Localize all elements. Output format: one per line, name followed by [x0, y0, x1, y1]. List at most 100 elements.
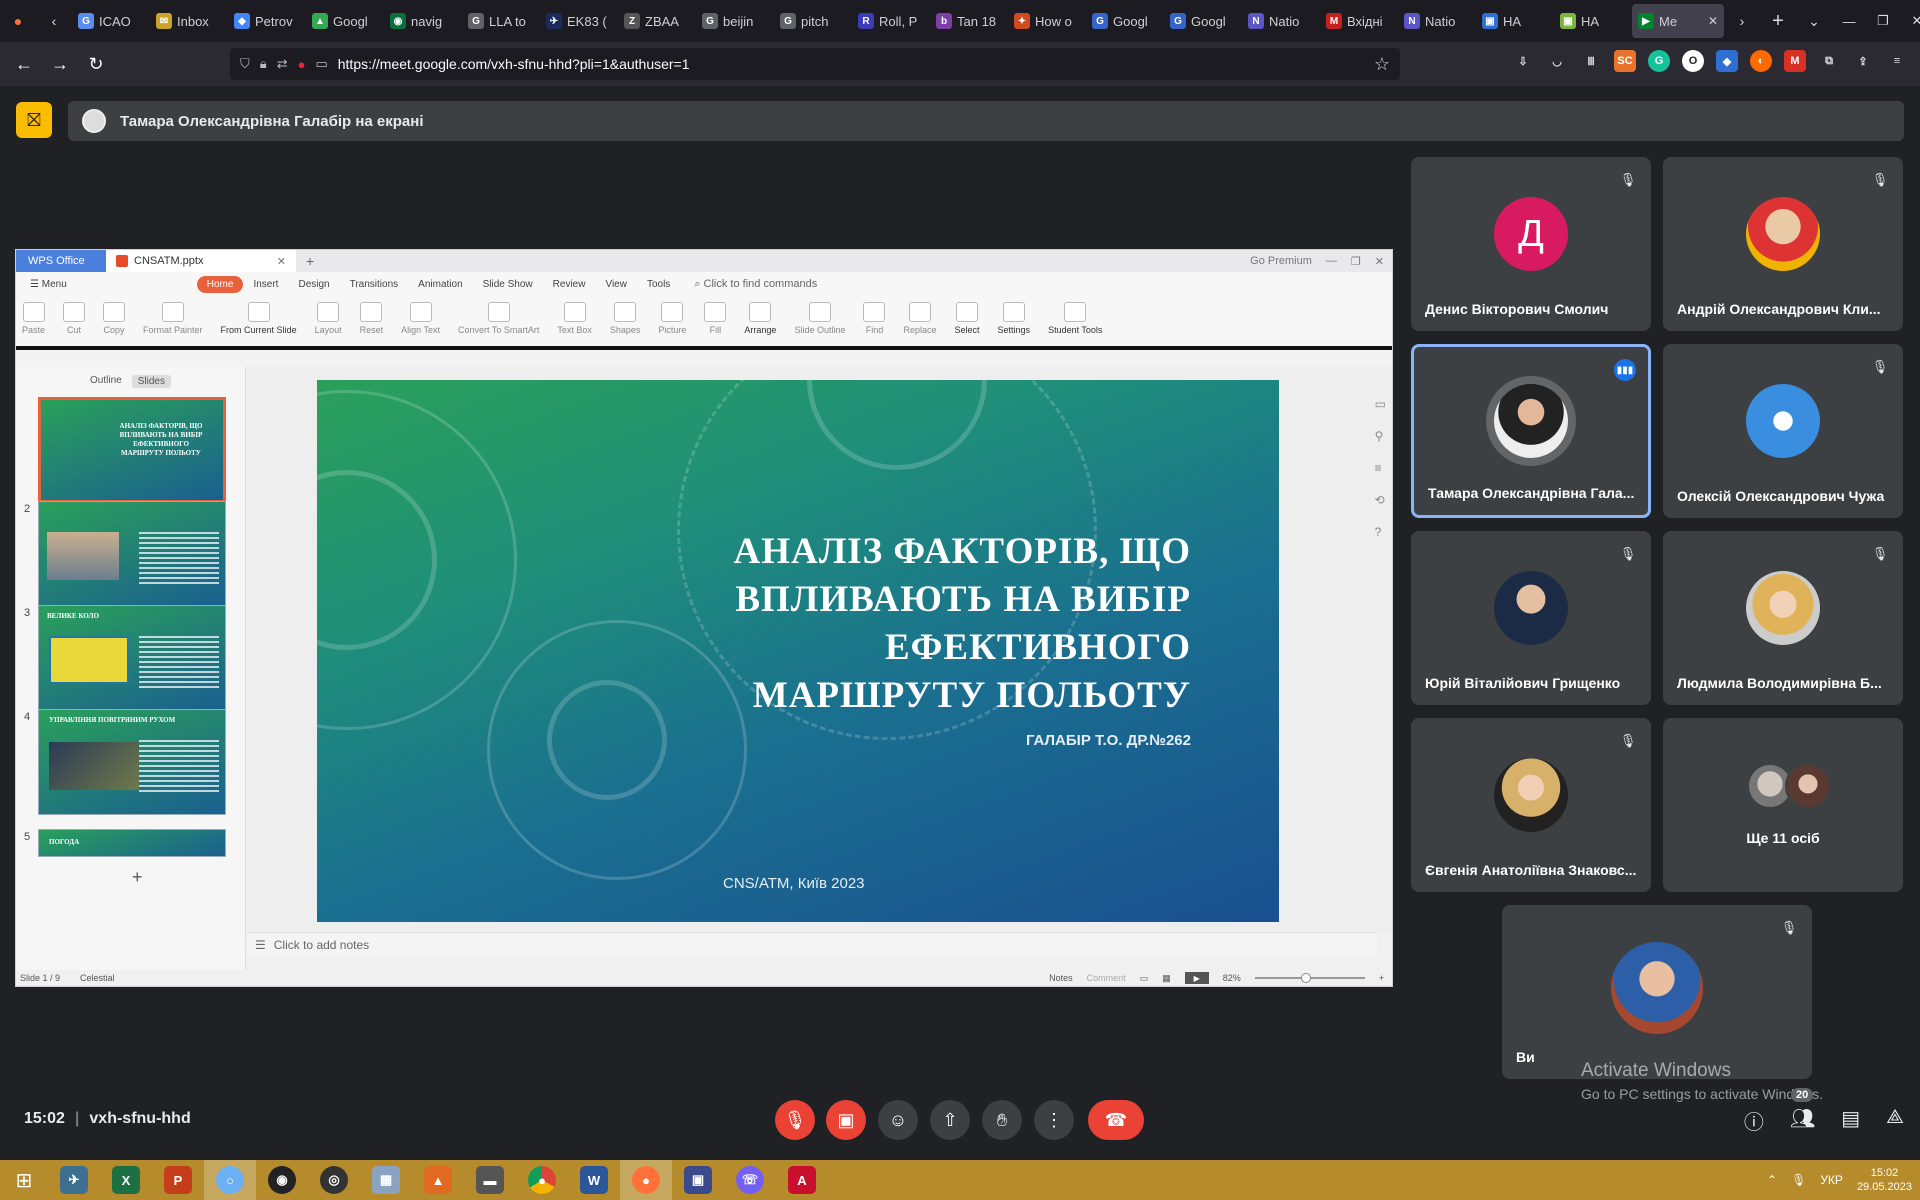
present-screen-button[interactable]: ⇧: [930, 1100, 970, 1140]
tab-outline[interactable]: Outline: [90, 375, 122, 388]
page-info-icon[interactable]: ▭: [315, 56, 327, 72]
participant-tile[interactable]: 🎙︎ Євгенія Анатоліївна Знаковс...: [1411, 718, 1651, 892]
address-bar[interactable]: ⛉ 🔒︎ ⇄ ● ▭ https://meet.google.com/vxh-s…: [230, 48, 1400, 80]
wps-minimize-icon[interactable]: —: [1326, 255, 1337, 267]
camera-toggle-button[interactable]: ▣: [826, 1100, 866, 1140]
microphone-icon[interactable]: ●: [298, 57, 306, 72]
wps-menu-insert[interactable]: Insert: [243, 279, 288, 290]
browser-tab[interactable]: G Googl: [1164, 0, 1242, 42]
downloads-icon[interactable]: ⇩: [1512, 50, 1534, 72]
browser-tab[interactable]: Gbeijin: [696, 0, 774, 42]
people-icon[interactable]: 👥︎: [1790, 1106, 1815, 1135]
ribbon-text-box[interactable]: Text Box: [557, 302, 592, 335]
extension-grammarly-icon[interactable]: G: [1648, 50, 1670, 72]
restore-icon[interactable]: ❐: [1866, 0, 1900, 42]
shield-icon[interactable]: ⛉: [240, 56, 250, 72]
ribbon-replace[interactable]: Replace: [903, 302, 937, 335]
back-icon[interactable]: ←: [6, 46, 42, 82]
taskbar-app[interactable]: ●: [516, 1160, 568, 1200]
slide-thumbnail-1[interactable]: АНАЛІЗ ФАКТОРІВ, ЩО ВПЛИВАЮТЬ НА ВИБІР Е…: [38, 397, 226, 503]
ribbon-copy[interactable]: Copy: [103, 302, 126, 335]
more-options-button[interactable]: ⋮: [1034, 1100, 1074, 1140]
wps-menu-home[interactable]: Home: [196, 275, 244, 293]
wps-menu-design[interactable]: Design: [288, 279, 339, 290]
tray-language[interactable]: УКР: [1820, 1173, 1843, 1187]
wps-menu-tools[interactable]: Tools: [637, 279, 680, 290]
normal-view-icon[interactable]: ▭: [1140, 973, 1149, 984]
browser-tab[interactable]: ✦ How o: [1008, 0, 1086, 42]
ribbon-fill[interactable]: Fill: [704, 302, 727, 335]
wps-menu-view[interactable]: View: [595, 279, 637, 290]
browser-tab[interactable]: b Tan 18: [930, 0, 1008, 42]
participant-tile[interactable]: 🎙︎ Юрій Віталійович Грищенко: [1411, 531, 1651, 705]
comment-icon[interactable]: ▭: [1375, 397, 1386, 411]
help-icon[interactable]: ?: [1375, 525, 1386, 539]
taskbar-app[interactable]: ●: [620, 1160, 672, 1200]
ribbon-picture[interactable]: Picture: [658, 302, 686, 335]
browser-tab[interactable]: ✉ Inbox: [150, 0, 228, 42]
raise-hand-button[interactable]: ✋︎: [982, 1100, 1022, 1140]
ribbon-convert-to-smartart[interactable]: Convert To SmartArt: [458, 302, 539, 335]
ribbon-select[interactable]: Select: [955, 302, 980, 335]
info-icon[interactable]: ⓘ: [1744, 1106, 1764, 1135]
taskbar-app[interactable]: ◎: [308, 1160, 360, 1200]
ribbon-settings[interactable]: Settings: [998, 302, 1030, 335]
extension-sc-icon[interactable]: SC: [1614, 50, 1636, 72]
ribbon-reset[interactable]: Reset: [360, 302, 383, 335]
minimize-icon[interactable]: —: [1832, 0, 1866, 42]
reload-icon[interactable]: ↻: [78, 46, 114, 82]
browser-tab[interactable]: M Вхідні: [1320, 0, 1398, 42]
wps-menu-review[interactable]: Review: [543, 279, 596, 290]
browser-tab[interactable]: ▣ НА: [1554, 0, 1632, 42]
ribbon-paste[interactable]: Paste: [22, 302, 45, 335]
wps-file-tab[interactable]: CNSATM.pptx ✕: [106, 250, 296, 272]
mic-toggle-button[interactable]: 🎙︎: [775, 1100, 815, 1140]
browser-tab[interactable]: Z ZBAA: [618, 0, 696, 42]
wps-menu-animation[interactable]: Animation: [408, 279, 472, 290]
self-view-tile[interactable]: 🎙︎ Ви: [1502, 905, 1812, 1079]
taskbar-app[interactable]: ▬: [464, 1160, 516, 1200]
chat-icon[interactable]: ▤: [1841, 1106, 1860, 1135]
participant-tile[interactable]: 🎙︎ Д Денис Вікторович Смолич: [1411, 157, 1651, 331]
add-slide-icon[interactable]: +: [132, 867, 143, 888]
browser-tab[interactable]: ◆ Petrov: [228, 0, 306, 42]
library-icon[interactable]: Ⅲ: [1580, 50, 1602, 72]
zoom-slider[interactable]: [1254, 973, 1365, 983]
browser-tab[interactable]: R Roll, P: [852, 0, 930, 42]
current-slide[interactable]: АНАЛІЗ ФАКТОРІВ, ЩО ВПЛИВАЮТЬ НА ВИБІР Е…: [317, 380, 1279, 922]
history-icon[interactable]: ⟲: [1375, 493, 1386, 507]
close-tab-icon[interactable]: ✕: [1708, 14, 1718, 28]
ribbon-layout[interactable]: Layout: [315, 302, 342, 335]
forward-icon[interactable]: →: [42, 46, 78, 82]
extensions-puzzle-icon[interactable]: ⧉: [1818, 50, 1840, 72]
comment-toggle[interactable]: Comment: [1087, 973, 1126, 983]
tab-slides[interactable]: Slides: [131, 375, 171, 388]
zoom-knob[interactable]: [1300, 973, 1311, 983]
url-text[interactable]: https://meet.google.com/vxh-sfnu-hhd?pli…: [338, 56, 690, 72]
ribbon-shapes[interactable]: Shapes: [610, 302, 640, 335]
wps-find-commands[interactable]: ⌕ Click to find commands: [694, 278, 817, 291]
taskbar-app[interactable]: ▲: [412, 1160, 464, 1200]
participant-tile-speaking[interactable]: ▮▮▮ Тамара Олександрівна Гала...: [1411, 344, 1651, 518]
play-slideshow-icon[interactable]: ▶: [1184, 972, 1209, 984]
leave-call-button[interactable]: ☎︎: [1088, 1100, 1144, 1140]
permissions-icon[interactable]: ⇄: [277, 56, 288, 72]
sorter-view-icon[interactable]: ▦: [1162, 973, 1171, 984]
browser-tab[interactable]: ✈ EK83 (: [540, 0, 618, 42]
taskbar-app[interactable]: A: [776, 1160, 828, 1200]
slide-thumbnail-5[interactable]: ПОГОДА: [38, 829, 226, 857]
windows-start-icon[interactable]: ⊞: [0, 1160, 48, 1200]
taskbar-clock[interactable]: 15:02 29.05.2023: [1857, 1166, 1912, 1194]
more-participants-tile[interactable]: Ще 11 осіб: [1663, 718, 1903, 892]
wps-menu-button[interactable]: ☰ Menu: [20, 279, 77, 290]
tray-chevron-icon[interactable]: ⌃: [1767, 1173, 1777, 1187]
wps-close-icon[interactable]: ✕: [1375, 255, 1384, 268]
notes-pane[interactable]: ☰ Click to add notes: [247, 932, 1377, 956]
firefox-icon[interactable]: ●: [0, 0, 36, 42]
taskbar-app[interactable]: ○: [204, 1160, 256, 1200]
participant-tile[interactable]: 🎙︎ Олексій Олександрович Чужа: [1663, 344, 1903, 518]
extension-circle-icon[interactable]: O: [1682, 50, 1704, 72]
tab-active-meet[interactable]: ▶ Me ✕: [1632, 4, 1724, 38]
extension-orange-icon[interactable]: ◐: [1750, 50, 1772, 72]
list-tabs-icon[interactable]: ⌄: [1796, 0, 1832, 42]
